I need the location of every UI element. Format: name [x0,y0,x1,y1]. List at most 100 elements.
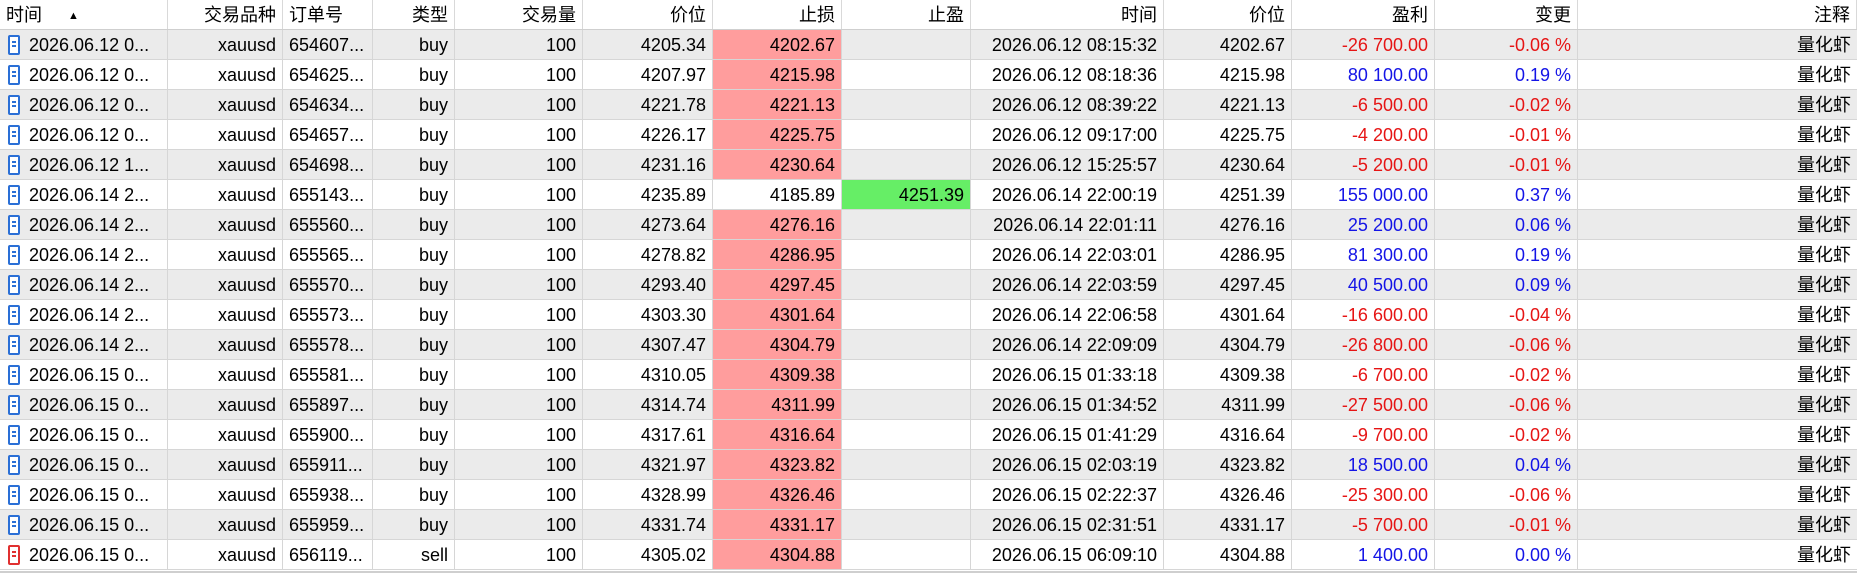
column-header-type[interactable]: 类型 [373,0,455,29]
table-row[interactable]: 2026.06.14 2... xauusd 655570... buy 100 4293… [0,270,1857,300]
table-row[interactable]: 2026.06.12 0... xauusd 654607... buy 100 4205… [0,30,1857,60]
close-time-cell: 2026.06.14 22:06:58 [971,300,1164,329]
column-header-volume[interactable]: 交易量 [455,0,583,29]
symbol-cell: xauusd [168,510,283,539]
type-cell: buy [373,420,455,449]
open-time-text: 2026.06.14 2... [29,184,150,205]
change-cell: -0.01 % [1435,150,1578,179]
take-profit-cell [842,210,971,239]
profit-cell: -4 200.00 [1292,120,1435,149]
price-cell: 4331.74 [583,510,713,539]
volume-cell: 100 [455,180,583,209]
price-cell: 4231.16 [583,150,713,179]
open-time-cell: 2026.06.15 0... [0,540,168,569]
change-cell: 0.04 % [1435,450,1578,479]
open-time-text: 2026.06.14 2... [29,304,150,325]
symbol-cell: xauusd [168,360,283,389]
close-price-cell: 4276.16 [1164,210,1292,239]
table-row[interactable]: 2026.06.15 0... xauusd 655581... buy 100 4310… [0,360,1857,390]
column-header-price[interactable]: 价位 [583,0,713,29]
take-profit-cell [842,330,971,359]
comment-cell: 量化虾 [1797,155,1851,175]
price-cell: 4293.40 [583,270,713,299]
column-header-order[interactable]: 订单号 [283,0,373,29]
close-price-cell: 4230.64 [1164,150,1292,179]
change-cell: -0.01 % [1435,510,1578,539]
table-row[interactable]: 2026.06.12 1... xauusd 654698... buy 100 4231… [0,150,1857,180]
price-cell: 4307.47 [583,330,713,359]
comment-cell: 量化虾 [1797,395,1851,415]
open-time-text: 2026.06.12 1... [29,154,150,175]
price-cell: 4328.99 [583,480,713,509]
profit-cell: 155 000.00 [1292,180,1435,209]
open-time-cell: 2026.06.12 0... [0,120,168,149]
comment-cell: 量化虾 [1797,455,1851,475]
close-time-cell: 2026.06.12 08:15:32 [971,30,1164,59]
comment-cell: 量化虾 [1797,65,1851,85]
symbol-cell: xauusd [168,390,283,419]
open-time-cell: 2026.06.15 0... [0,360,168,389]
table-row[interactable]: 2026.06.15 0... xauusd 656119... sell 100 430… [0,540,1857,570]
column-header-open-time[interactable]: 时间 ▲ [0,0,168,29]
volume-cell: 100 [455,300,583,329]
column-header-profit[interactable]: 盈利 [1292,0,1435,29]
stop-loss-cell: 4286.95 [713,240,842,269]
close-price-cell: 4286.95 [1164,240,1292,269]
close-time-cell: 2026.06.15 02:22:37 [971,480,1164,509]
table-row[interactable]: 2026.06.12 0... xauusd 654625... buy 100 4207… [0,60,1857,90]
table-row[interactable]: 2026.06.14 2... xauusd 655578... buy 100 4307… [0,330,1857,360]
order-cell: 654698... [283,150,373,179]
symbol-cell: xauusd [168,480,283,509]
price-cell: 4205.34 [583,30,713,59]
table-row[interactable]: 2026.06.12 0... xauusd 654634... buy 100 4221… [0,90,1857,120]
volume-cell: 100 [455,270,583,299]
table-row[interactable]: 2026.06.15 0... xauusd 655938... buy 100 4328… [0,480,1857,510]
table-row[interactable]: 2026.06.15 0... xauusd 655911... buy 100 4321… [0,450,1857,480]
change-cell: 0.37 % [1435,180,1578,209]
close-price-cell: 4323.82 [1164,450,1292,479]
column-header-stop-loss[interactable]: 止损 [713,0,842,29]
open-time-text: 2026.06.14 2... [29,244,150,265]
open-time-cell: 2026.06.14 2... [0,180,168,209]
symbol-cell: xauusd [168,210,283,239]
column-header-take-profit[interactable]: 止盈 [842,0,971,29]
column-header-comment[interactable]: 注释 [1578,0,1857,29]
stop-loss-cell: 4311.99 [713,390,842,419]
stop-loss-cell: 4202.67 [713,30,842,59]
table-row[interactable]: 2026.06.14 2... xauusd 655560... buy 100 4273… [0,210,1857,240]
volume-cell: 100 [455,60,583,89]
table-row[interactable]: 2026.06.14 2... xauusd 655565... buy 100 4278… [0,240,1857,270]
buy-doc-icon [8,454,20,475]
order-cell: 654657... [283,120,373,149]
comment-cell: 量化虾 [1797,275,1851,295]
comment-cell: 量化虾 [1797,215,1851,235]
type-cell: buy [373,270,455,299]
symbol-cell: xauusd [168,240,283,269]
table-row[interactable]: 2026.06.14 2... xauusd 655143... buy 100 4235… [0,180,1857,210]
type-cell: buy [373,450,455,479]
column-header-change[interactable]: 变更 [1435,0,1578,29]
column-header-close-time[interactable]: 时间 [971,0,1164,29]
comment-cell: 量化虾 [1797,245,1851,265]
type-cell: buy [373,510,455,539]
comment-cell: 量化虾 [1797,365,1851,385]
table-row[interactable]: 2026.06.14 2... xauusd 655573... buy 100 4303… [0,300,1857,330]
column-header-close-price[interactable]: 价位 [1164,0,1292,29]
price-cell: 4314.74 [583,390,713,419]
take-profit-cell [842,60,971,89]
table-row[interactable]: 2026.06.15 0... xauusd 655897... buy 100 4314… [0,390,1857,420]
comment-cell: 量化虾 [1797,185,1851,205]
close-price-cell: 4326.46 [1164,480,1292,509]
order-cell: 654607... [283,30,373,59]
close-price-cell: 4215.98 [1164,60,1292,89]
volume-cell: 100 [455,30,583,59]
type-cell: buy [373,360,455,389]
table-row[interactable]: 2026.06.15 0... xauusd 655959... buy 100 4331… [0,510,1857,540]
column-header-symbol[interactable]: 交易品种 [168,0,283,29]
change-cell: -0.01 % [1435,120,1578,149]
table-row[interactable]: 2026.06.12 0... xauusd 654657... buy 100 4226… [0,120,1857,150]
buy-doc-icon [8,154,20,175]
buy-doc-icon [8,34,20,55]
table-row[interactable]: 2026.06.15 0... xauusd 655900... buy 100 4317… [0,420,1857,450]
buy-doc-icon [8,304,20,325]
